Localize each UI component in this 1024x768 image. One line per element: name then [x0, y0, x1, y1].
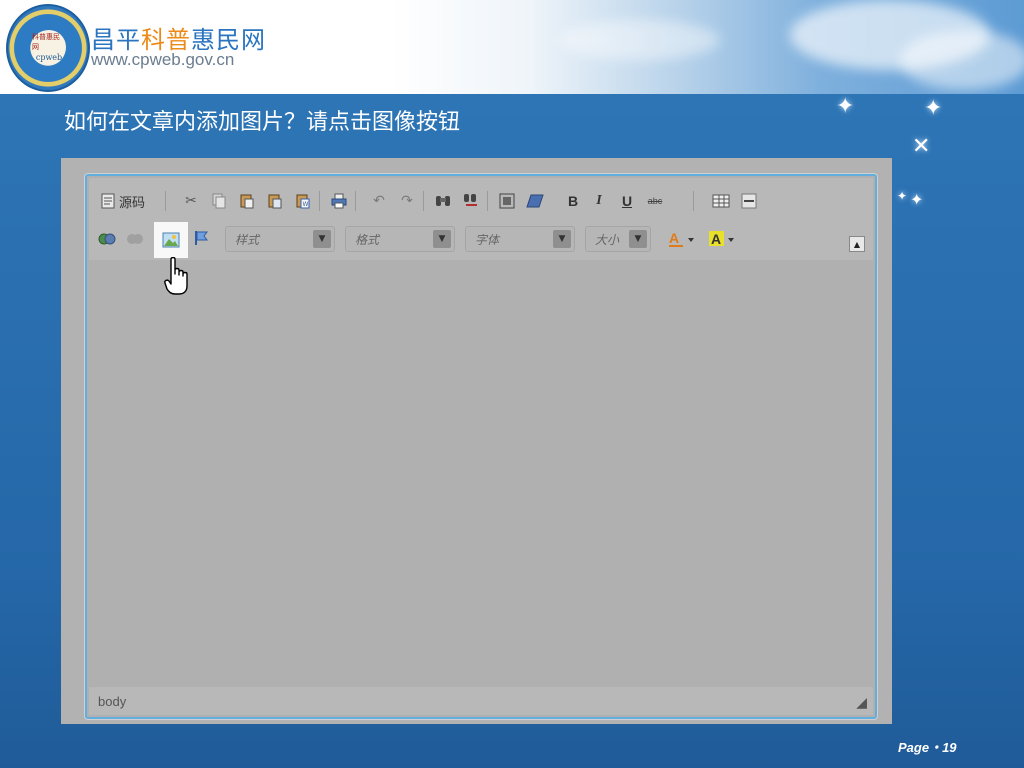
- copy-icon[interactable]: [209, 191, 229, 211]
- size-select-label: 大小: [595, 232, 620, 247]
- svg-text:A: A: [711, 231, 721, 247]
- print-icon[interactable]: [329, 191, 349, 211]
- toolbar-separator: [423, 191, 424, 211]
- sparkle-icon: ✦: [836, 94, 855, 119]
- chevron-down-icon: ▼: [553, 230, 571, 248]
- remove-format-icon[interactable]: [525, 191, 545, 211]
- site-logo[interactable]: 科普惠民网 cpweb: [6, 4, 90, 92]
- resize-handle-icon[interactable]: ◢: [856, 694, 867, 711]
- style-select[interactable]: 样式 ▼: [225, 226, 335, 252]
- unlink-icon[interactable]: [125, 228, 145, 248]
- image-icon: [162, 232, 180, 248]
- background-color-button[interactable]: A: [707, 228, 739, 250]
- link-icon[interactable]: [97, 228, 117, 248]
- collapse-toolbar-button[interactable]: ▲: [849, 236, 865, 252]
- editor-screenshot: 源码 ✂ W ↶ ↷ B I U abc 样式 ▼ 格式 ▼ 字体 ▼ 大小 ▼…: [61, 158, 892, 724]
- text-color-icon: A: [669, 230, 694, 247]
- site-url: www.cpweb.gov.cn: [91, 50, 235, 69]
- redo-icon[interactable]: ↷: [397, 191, 417, 211]
- font-select-label: 字体: [475, 232, 500, 247]
- size-select[interactable]: 大小 ▼: [585, 226, 651, 252]
- editor-content-area[interactable]: [89, 260, 873, 687]
- toolbar-separator: [319, 191, 320, 211]
- page-number: Page・19: [898, 740, 957, 755]
- underline-icon[interactable]: U: [617, 191, 637, 211]
- svg-text:W: W: [303, 201, 309, 208]
- chevron-down-icon: ▼: [313, 230, 331, 248]
- logo-text: 科普惠民网: [32, 33, 60, 51]
- italic-icon[interactable]: I: [589, 191, 609, 211]
- strike-icon[interactable]: abc: [643, 191, 667, 211]
- paste-word-icon[interactable]: W: [293, 191, 313, 211]
- sparkle-icon: ✦: [924, 96, 943, 121]
- source-label: 源码: [119, 195, 146, 211]
- replace-icon[interactable]: [461, 191, 481, 211]
- logo-sub: cpweb: [35, 53, 63, 62]
- chevron-down-icon: ▼: [433, 230, 451, 248]
- undo-icon[interactable]: ↶: [369, 191, 389, 211]
- insert-image-button[interactable]: [154, 222, 188, 258]
- hand-cursor-icon: [164, 257, 188, 295]
- svg-text:A: A: [669, 230, 679, 246]
- paste-text-icon[interactable]: [265, 191, 285, 211]
- select-all-icon[interactable]: [497, 191, 517, 211]
- editor-toolbar: 源码 ✂ W ↶ ↷ B I U abc 样式 ▼ 格式 ▼ 字体 ▼ 大小 ▼…: [89, 178, 873, 260]
- slide-title: 如何在文章内添加图片？请点击图像按钮: [64, 110, 461, 135]
- cut-icon[interactable]: ✂: [181, 191, 201, 211]
- element-path[interactable]: body: [98, 694, 126, 709]
- toolbar-separator: [693, 191, 694, 211]
- bold-icon[interactable]: B: [563, 191, 583, 211]
- source-icon: [101, 193, 115, 209]
- logo-center: 科普惠民网 cpweb: [32, 30, 66, 64]
- format-select[interactable]: 格式 ▼: [345, 226, 455, 252]
- sparkle-icon: ✦: [897, 189, 908, 203]
- format-select-label: 格式: [355, 232, 380, 247]
- paste-icon[interactable]: [237, 191, 257, 211]
- cloud-decoration: [900, 30, 1024, 90]
- table-icon[interactable]: [711, 191, 731, 211]
- toolbar-separator: [165, 191, 166, 211]
- find-icon[interactable]: [433, 191, 453, 211]
- sparkle-icon: ✦: [910, 190, 924, 209]
- source-button[interactable]: 源码: [101, 190, 145, 212]
- rich-text-editor: 源码 ✂ W ↶ ↷ B I U abc 样式 ▼ 格式 ▼ 字体 ▼ 大小 ▼…: [85, 174, 877, 719]
- style-select-label: 样式: [235, 232, 260, 247]
- background-color-icon: A: [709, 231, 734, 247]
- site-header: 科普惠民网 cpweb 昌平科普惠民网 www.cpweb.gov.cn: [0, 0, 1024, 94]
- cloud-decoration: [560, 20, 720, 60]
- font-select[interactable]: 字体 ▼: [465, 226, 575, 252]
- sparkle-icon: ✕: [912, 134, 931, 159]
- toolbar-separator: [487, 191, 488, 211]
- toolbar-separator: [355, 191, 356, 211]
- text-color-button[interactable]: A: [667, 228, 699, 250]
- horizontal-rule-icon[interactable]: [739, 191, 759, 211]
- editor-status-bar: body ◢: [89, 687, 873, 715]
- anchor-icon[interactable]: [191, 228, 211, 248]
- chevron-down-icon: ▼: [629, 230, 647, 248]
